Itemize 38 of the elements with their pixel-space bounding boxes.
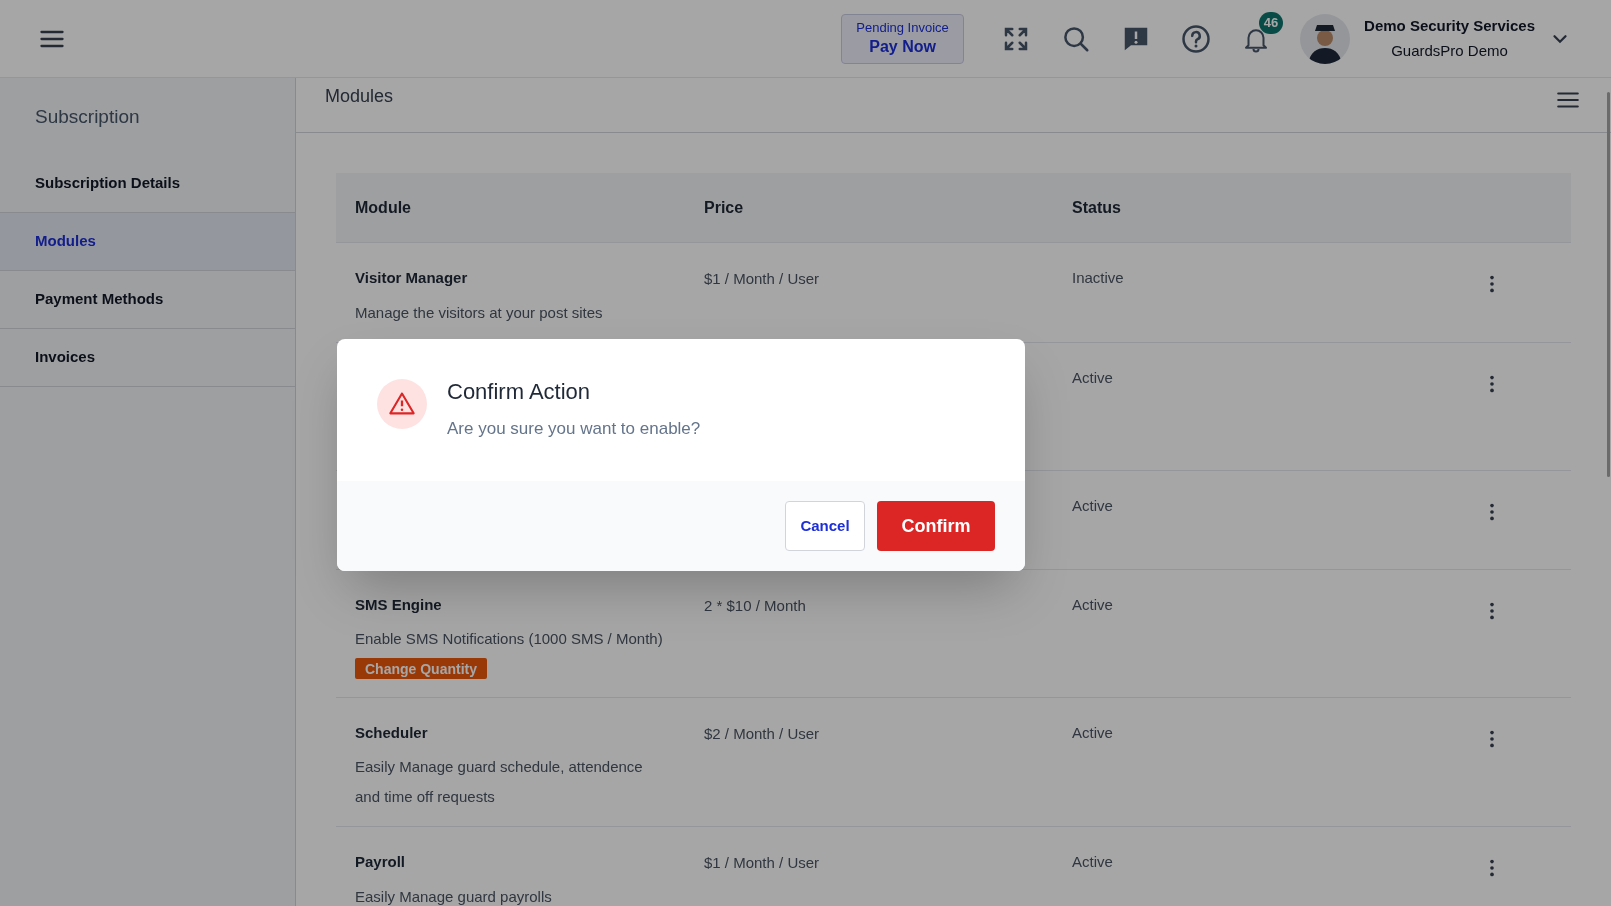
module-name: Scheduler [355,722,428,743]
status-text: Active [1072,495,1113,516]
price: $1 / Month / User [704,854,820,871]
warning-icon [377,379,427,429]
module-description: Enable SMS Notifications (1000 SMS / Month) [355,629,663,649]
pay-now-button[interactable]: Pending Invoice Pay Now [841,13,965,64]
status-text: Active [1072,852,1113,872]
module-name: SMS Engine [355,594,442,615]
price: $2 / Month / User [704,724,820,742]
price: 2 * $10 / Month [704,596,806,614]
module-description: Manage the visitors at your post sites [355,302,603,323]
scrollbar[interactable] [1607,92,1610,477]
cancel-button[interactable]: Cancel [785,501,865,551]
status-text: Inactive [1072,268,1124,288]
sidebar-item[interactable]: Subscription Details [0,154,295,212]
status-text: Active [1072,722,1113,743]
account-name: GuardsPro Demo [1391,41,1508,61]
sidebar-item[interactable]: Payment Methods [0,270,295,328]
sidebar-item[interactable]: Modules [0,212,295,270]
column-header: Module [355,198,411,216]
price: $1 / Month / User [704,270,820,287]
module-name: Visitor Manager [355,268,468,288]
module-description: Easily Manage guard payrolls [355,886,552,906]
notification-badge: 46 [1259,11,1284,34]
status-text: Active [1072,594,1113,615]
sidebar-item[interactable]: Invoices [0,328,295,386]
status-text: Active [1072,367,1113,388]
confirm-button[interactable]: Confirm [877,501,995,551]
help-icon[interactable] [1181,23,1212,54]
module-description: Easily Manage guard schedule, attendence and time off requests [355,757,644,807]
sidebar-title: Subscription [34,104,141,129]
page-title: Modules [325,85,394,108]
module-name: Payroll [355,852,406,872]
dialog-title: Confirm Action [447,378,592,406]
company-name: Demo Security Services [1364,16,1535,36]
column-header: Status [1072,198,1121,216]
dialog-message: Are you sure you want to enable? [447,418,701,440]
column-header: Price [704,198,744,216]
